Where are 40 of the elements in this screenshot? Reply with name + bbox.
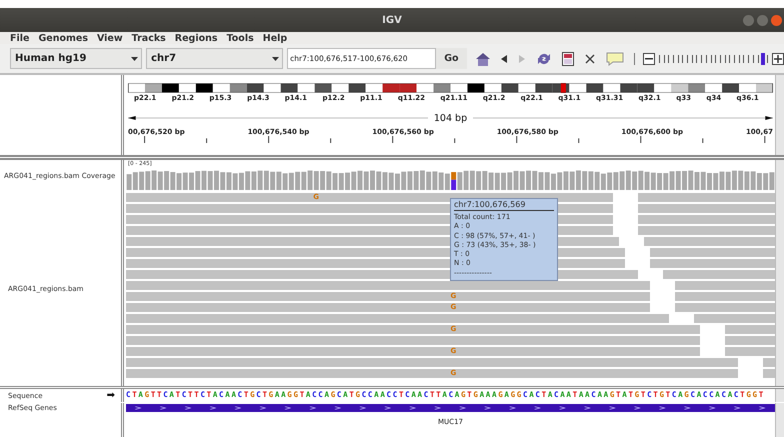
zoom-out-button[interactable] <box>642 52 655 64</box>
read-bar <box>725 347 775 356</box>
read-bar <box>762 358 775 367</box>
menu-item[interactable]: Tracks <box>132 32 166 44</box>
read-bar <box>725 325 775 334</box>
tooltip-title: chr7:100,676,569 <box>454 200 554 211</box>
zoom-in-button[interactable] <box>772 52 784 64</box>
menu-item[interactable]: Regions <box>174 32 218 44</box>
menu-item[interactable]: View <box>96 32 123 44</box>
scroll-bar[interactable] <box>775 389 784 402</box>
genome-dropdown[interactable]: Human hg19 <box>10 48 142 69</box>
read-bar <box>725 336 775 345</box>
maximize-button[interactable] <box>757 15 768 26</box>
read-bar <box>762 369 775 378</box>
strand-arrow[interactable]: ➡ <box>106 390 115 401</box>
back-icon[interactable] <box>500 54 508 64</box>
caret-icon <box>272 56 280 60</box>
speech-bubble-icon[interactable] <box>606 52 624 66</box>
region-icon[interactable] <box>562 52 574 66</box>
plus-icon <box>774 54 782 62</box>
span-length: 104 bp <box>428 112 474 124</box>
menu-item[interactable]: Genomes <box>38 32 88 44</box>
zoom-slider[interactable] <box>658 54 768 64</box>
menu-item[interactable]: Tools <box>226 32 254 44</box>
minus-icon <box>644 58 653 60</box>
menu-item[interactable]: File <box>10 32 30 44</box>
window-title: IGV <box>382 14 402 26</box>
caret-icon <box>131 56 138 60</box>
forward-icon[interactable] <box>518 54 526 64</box>
scroll-bar[interactable] <box>775 403 784 437</box>
minimize-button[interactable] <box>743 15 754 26</box>
scroll-bar[interactable] <box>775 75 784 155</box>
scroll-bar[interactable] <box>775 192 784 386</box>
menu-item[interactable]: Help <box>262 32 288 44</box>
close-button[interactable] <box>771 15 782 26</box>
go-button[interactable]: Go <box>436 48 467 69</box>
chromosome-dropdown[interactable]: chr7 <box>146 48 284 69</box>
resize-icon[interactable] <box>584 52 596 64</box>
home-icon[interactable] <box>474 52 490 66</box>
scroll-bar[interactable] <box>775 160 784 192</box>
